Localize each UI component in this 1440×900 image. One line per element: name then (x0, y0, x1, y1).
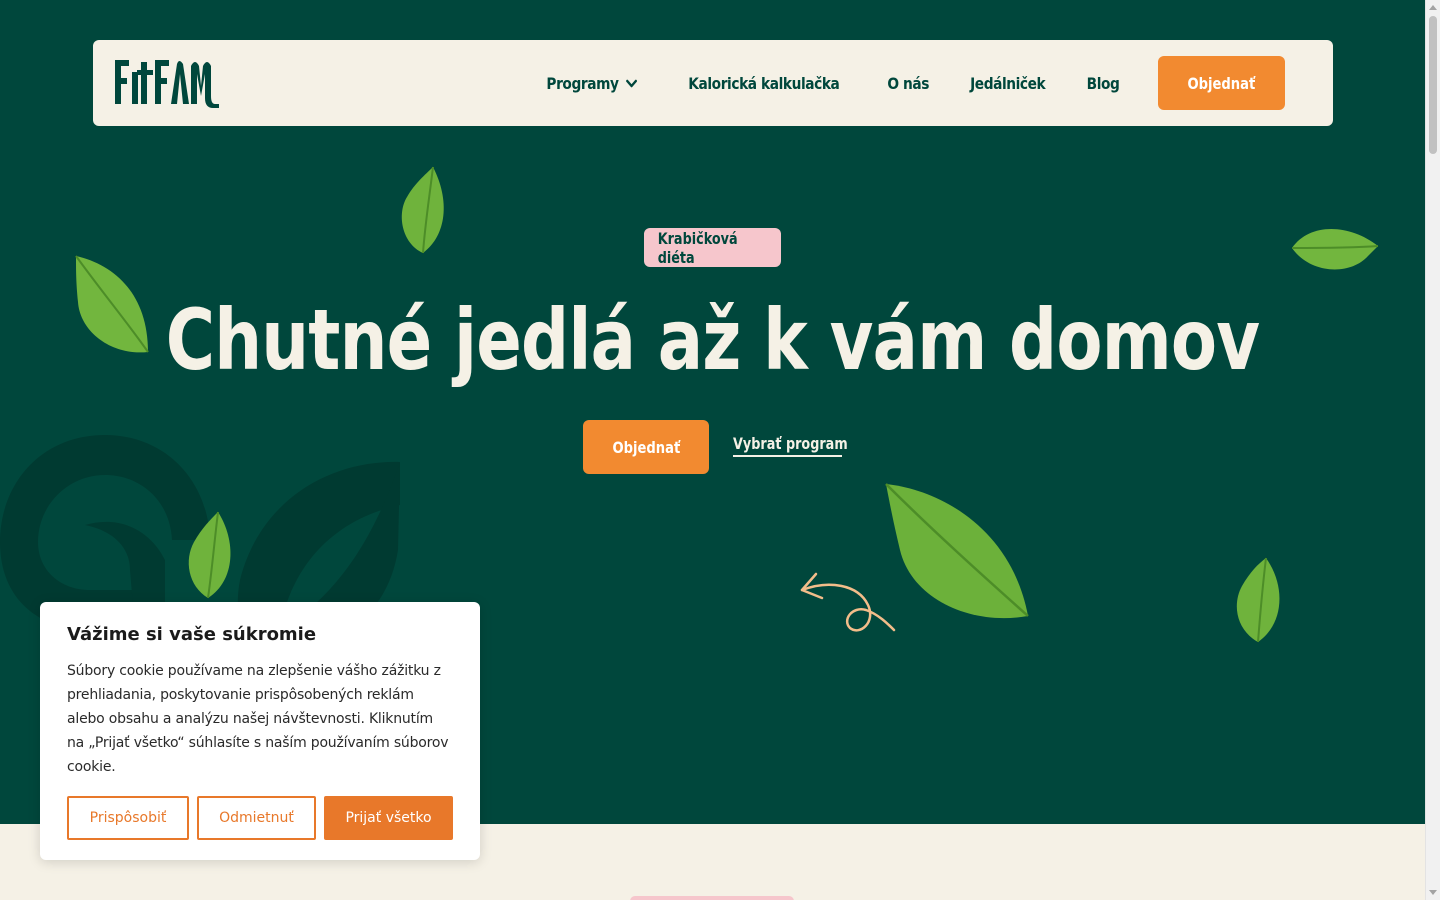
choose-program-label: Vybrať program (733, 434, 848, 453)
nav-link-kaloricka-kalkulacka[interactable]: Kalorická kalkulačka (689, 74, 841, 93)
nav-links: Programy Kalorická kalkulačka O nás Jedá… (539, 56, 1285, 110)
cookie-accept-all-button[interactable]: Prijať všetko (324, 796, 453, 840)
cookie-buttons: Prispôsobiť Odmietnuť Prijať všetko (67, 796, 453, 840)
basil-leaf-decoration (1236, 557, 1280, 643)
basil-leaf-decoration (885, 483, 1029, 619)
nav-link-blog[interactable]: Blog (1087, 74, 1120, 93)
hero-headline: Chutné jedlá až k vám domov (0, 290, 1425, 390)
cookie-consent-banner: Vážime si vaše súkromie Súbory cookie po… (40, 602, 480, 860)
fitfam-logo[interactable] (115, 56, 219, 108)
curly-arrow-decoration (800, 572, 896, 632)
nav-link-jedalnicek[interactable]: Jedálniček (971, 74, 1047, 93)
cookie-title: Vážime si vaše súkromie (67, 624, 317, 645)
nav-link-programy[interactable]: Programy (546, 74, 637, 93)
basil-leaf-decoration (1291, 229, 1379, 270)
page-scrollbar[interactable] (1425, 0, 1440, 900)
scroll-down-arrow-icon[interactable] (1429, 890, 1437, 895)
cookie-reject-button[interactable]: Odmietnuť (197, 796, 316, 840)
scrollbar-thumb[interactable] (1429, 16, 1437, 154)
choose-program-link[interactable]: Vybrať program (733, 434, 848, 457)
hero-order-label: Objednať (612, 437, 680, 457)
basil-leaf-decoration (401, 166, 444, 254)
nav-link-label: Programy (545, 73, 619, 93)
hero-badge-label: Krabičková diéta (657, 228, 738, 267)
nav-order-label: Objednať (1187, 73, 1256, 93)
basil-leaf-decoration (188, 511, 231, 599)
top-navigation: Programy Kalorická kalkulačka O nás Jedá… (93, 40, 1333, 126)
next-section-badge (630, 896, 794, 900)
hero-order-button[interactable]: Objednať (583, 420, 709, 474)
hero-headline-text: Chutné jedlá až k vám domov (165, 291, 1260, 389)
scroll-up-arrow-icon[interactable] (1429, 5, 1437, 10)
cookie-customize-button[interactable]: Prispôsobiť (67, 796, 189, 840)
nav-link-o-nas[interactable]: O nás (887, 74, 929, 93)
nav-order-button[interactable]: Objednať (1158, 56, 1285, 110)
cookie-description: Súbory cookie používame na zlepšenie váš… (67, 663, 449, 775)
hero-badge: Krabičková diéta (644, 228, 781, 267)
chevron-down-icon (625, 79, 637, 87)
